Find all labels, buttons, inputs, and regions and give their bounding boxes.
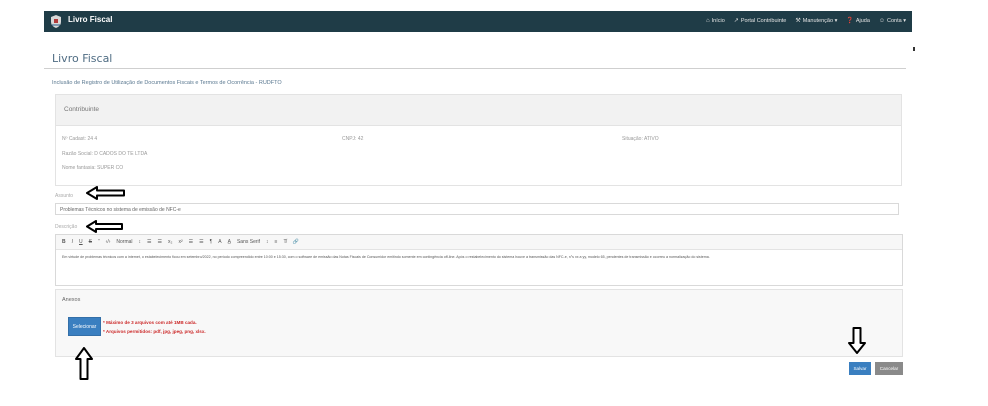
link-icon[interactable]: 🔗 [293,239,299,245]
arrow-left-icon [86,186,125,200]
nome-fantasia-field: Nome fantasia: SUPER CO [62,165,124,171]
background-color-button[interactable]: A̲ [228,239,231,245]
brand-title[interactable]: Livro Fiscal [68,15,112,24]
editor-toolbar: B I U S ” ‹/› Normal ↕ ☰ ☰ x₂ x² ☰ ☰ ¶ A… [56,235,902,250]
italic-button[interactable]: I [72,239,73,245]
assunto-input[interactable]: Problemas Técnicos no sistema de emissão… [55,203,899,215]
clear-format-button[interactable]: T̸ [283,239,286,245]
coat-of-arms-icon [51,15,61,28]
cadastro-field: Nº Cadast: 24 4 [62,136,98,142]
ordered-list-button[interactable]: ☰ [147,239,151,245]
cancel-button[interactable]: Cancelar [875,362,903,375]
code-button[interactable]: ‹/› [106,239,111,245]
nav-item-label: Portal Contribuinte [740,17,787,24]
outdent-button[interactable]: ☰ [189,239,193,245]
bold-button[interactable]: B [62,239,66,245]
subscript-button[interactable]: x₂ [168,239,172,245]
indent-button[interactable]: ☰ [199,239,203,245]
external-link-icon: ↗ [733,18,739,24]
select-file-button[interactable]: Selecionar [68,317,101,336]
superscript-button[interactable]: x² [178,239,182,245]
direction-button[interactable]: ¶ [210,239,213,245]
contribuinte-panel: Contribuinte Nº Cadast: 24 4 CNPJ: 42 Si… [55,94,902,186]
bullet-list-button[interactable]: ☰ [158,239,162,245]
cnpj-field: CNPJ: 42 [342,136,364,142]
font-size-button[interactable]: ↕ [266,239,269,245]
nav-item-portal-contribuinte[interactable]: ↗ Portal Contribuinte [733,17,787,25]
title-divider [44,68,906,69]
underline-button[interactable]: U [79,239,83,245]
editor-content[interactable]: Em virtude de problemas técnicos com a i… [62,255,896,259]
nav-item-label: Início [711,17,725,24]
anexos-title: Anexos [62,297,81,303]
strike-button[interactable]: S [89,239,92,245]
hint-max-files: * Máximo de 3 arquivos com até 1MB cada. [103,320,197,325]
descricao-editor: B I U S ” ‹/› Normal ↕ ☰ ☰ x₂ x² ☰ ☰ ¶ A… [55,234,903,286]
nav-item-ajuda[interactable]: ❓ Ajuda [846,17,870,25]
contribuinte-title: Contribuinte [64,106,100,113]
font-select[interactable]: Sans Serif [237,239,260,245]
nav-item-inicio[interactable]: ⌂ Início [706,17,725,24]
help-icon: ❓ [846,18,854,24]
nav-menu: ⌂ Início ↗ Portal Contribuinte ⚒ Manuten… [706,17,906,25]
arrow-left-icon [86,220,123,233]
heading-select[interactable]: Normal [116,239,132,245]
nav-item-manutencao[interactable]: ⚒ Manutenção ▾ [795,17,838,25]
user-icon: ☺ [878,17,886,24]
hint-file-types: * Arquivos permitidos: pdf, jpg, jpeg, p… [103,329,206,334]
nav-item-conta[interactable]: ☺ Conta ▾ [879,17,906,24]
edge-mark [913,47,915,51]
blockquote-button[interactable]: ” [98,239,100,245]
arrow-down-icon [848,327,866,354]
home-icon: ⌂ [706,17,710,24]
contribuinte-panel-header: Contribuinte [56,95,901,126]
text-color-button[interactable]: A [218,239,221,245]
nav-item-label: Conta ▾ [887,17,906,24]
wrench-icon: ⚒ [795,18,801,24]
razao-social-field: Razão Social: D CADOS DO TE LTDA [62,151,148,157]
nav-item-label: Manutenção ▾ [802,17,838,24]
page-title: Livro Fiscal [52,52,113,65]
assunto-label: Assunto [55,193,74,199]
nav-item-label: Ajuda [855,17,870,24]
size-toggle[interactable]: ↕ [139,239,142,245]
top-navbar: Livro Fiscal ⌂ Início ↗ Portal Contribui… [44,11,912,32]
situacao-field: Situação: ATIVO [622,136,659,142]
descricao-label: Descrição [55,224,78,230]
save-button[interactable]: Salvar [849,362,871,375]
arrow-up-icon [75,347,93,380]
anexos-panel: Anexos Selecionar * Máximo de 3 arquivos… [55,289,903,357]
page: Livro Fiscal ⌂ Início ↗ Portal Contribui… [0,0,988,406]
align-button[interactable]: ≡ [275,239,278,245]
page-subtitle: Inclusão de Registro de Utilização de Do… [52,80,282,86]
